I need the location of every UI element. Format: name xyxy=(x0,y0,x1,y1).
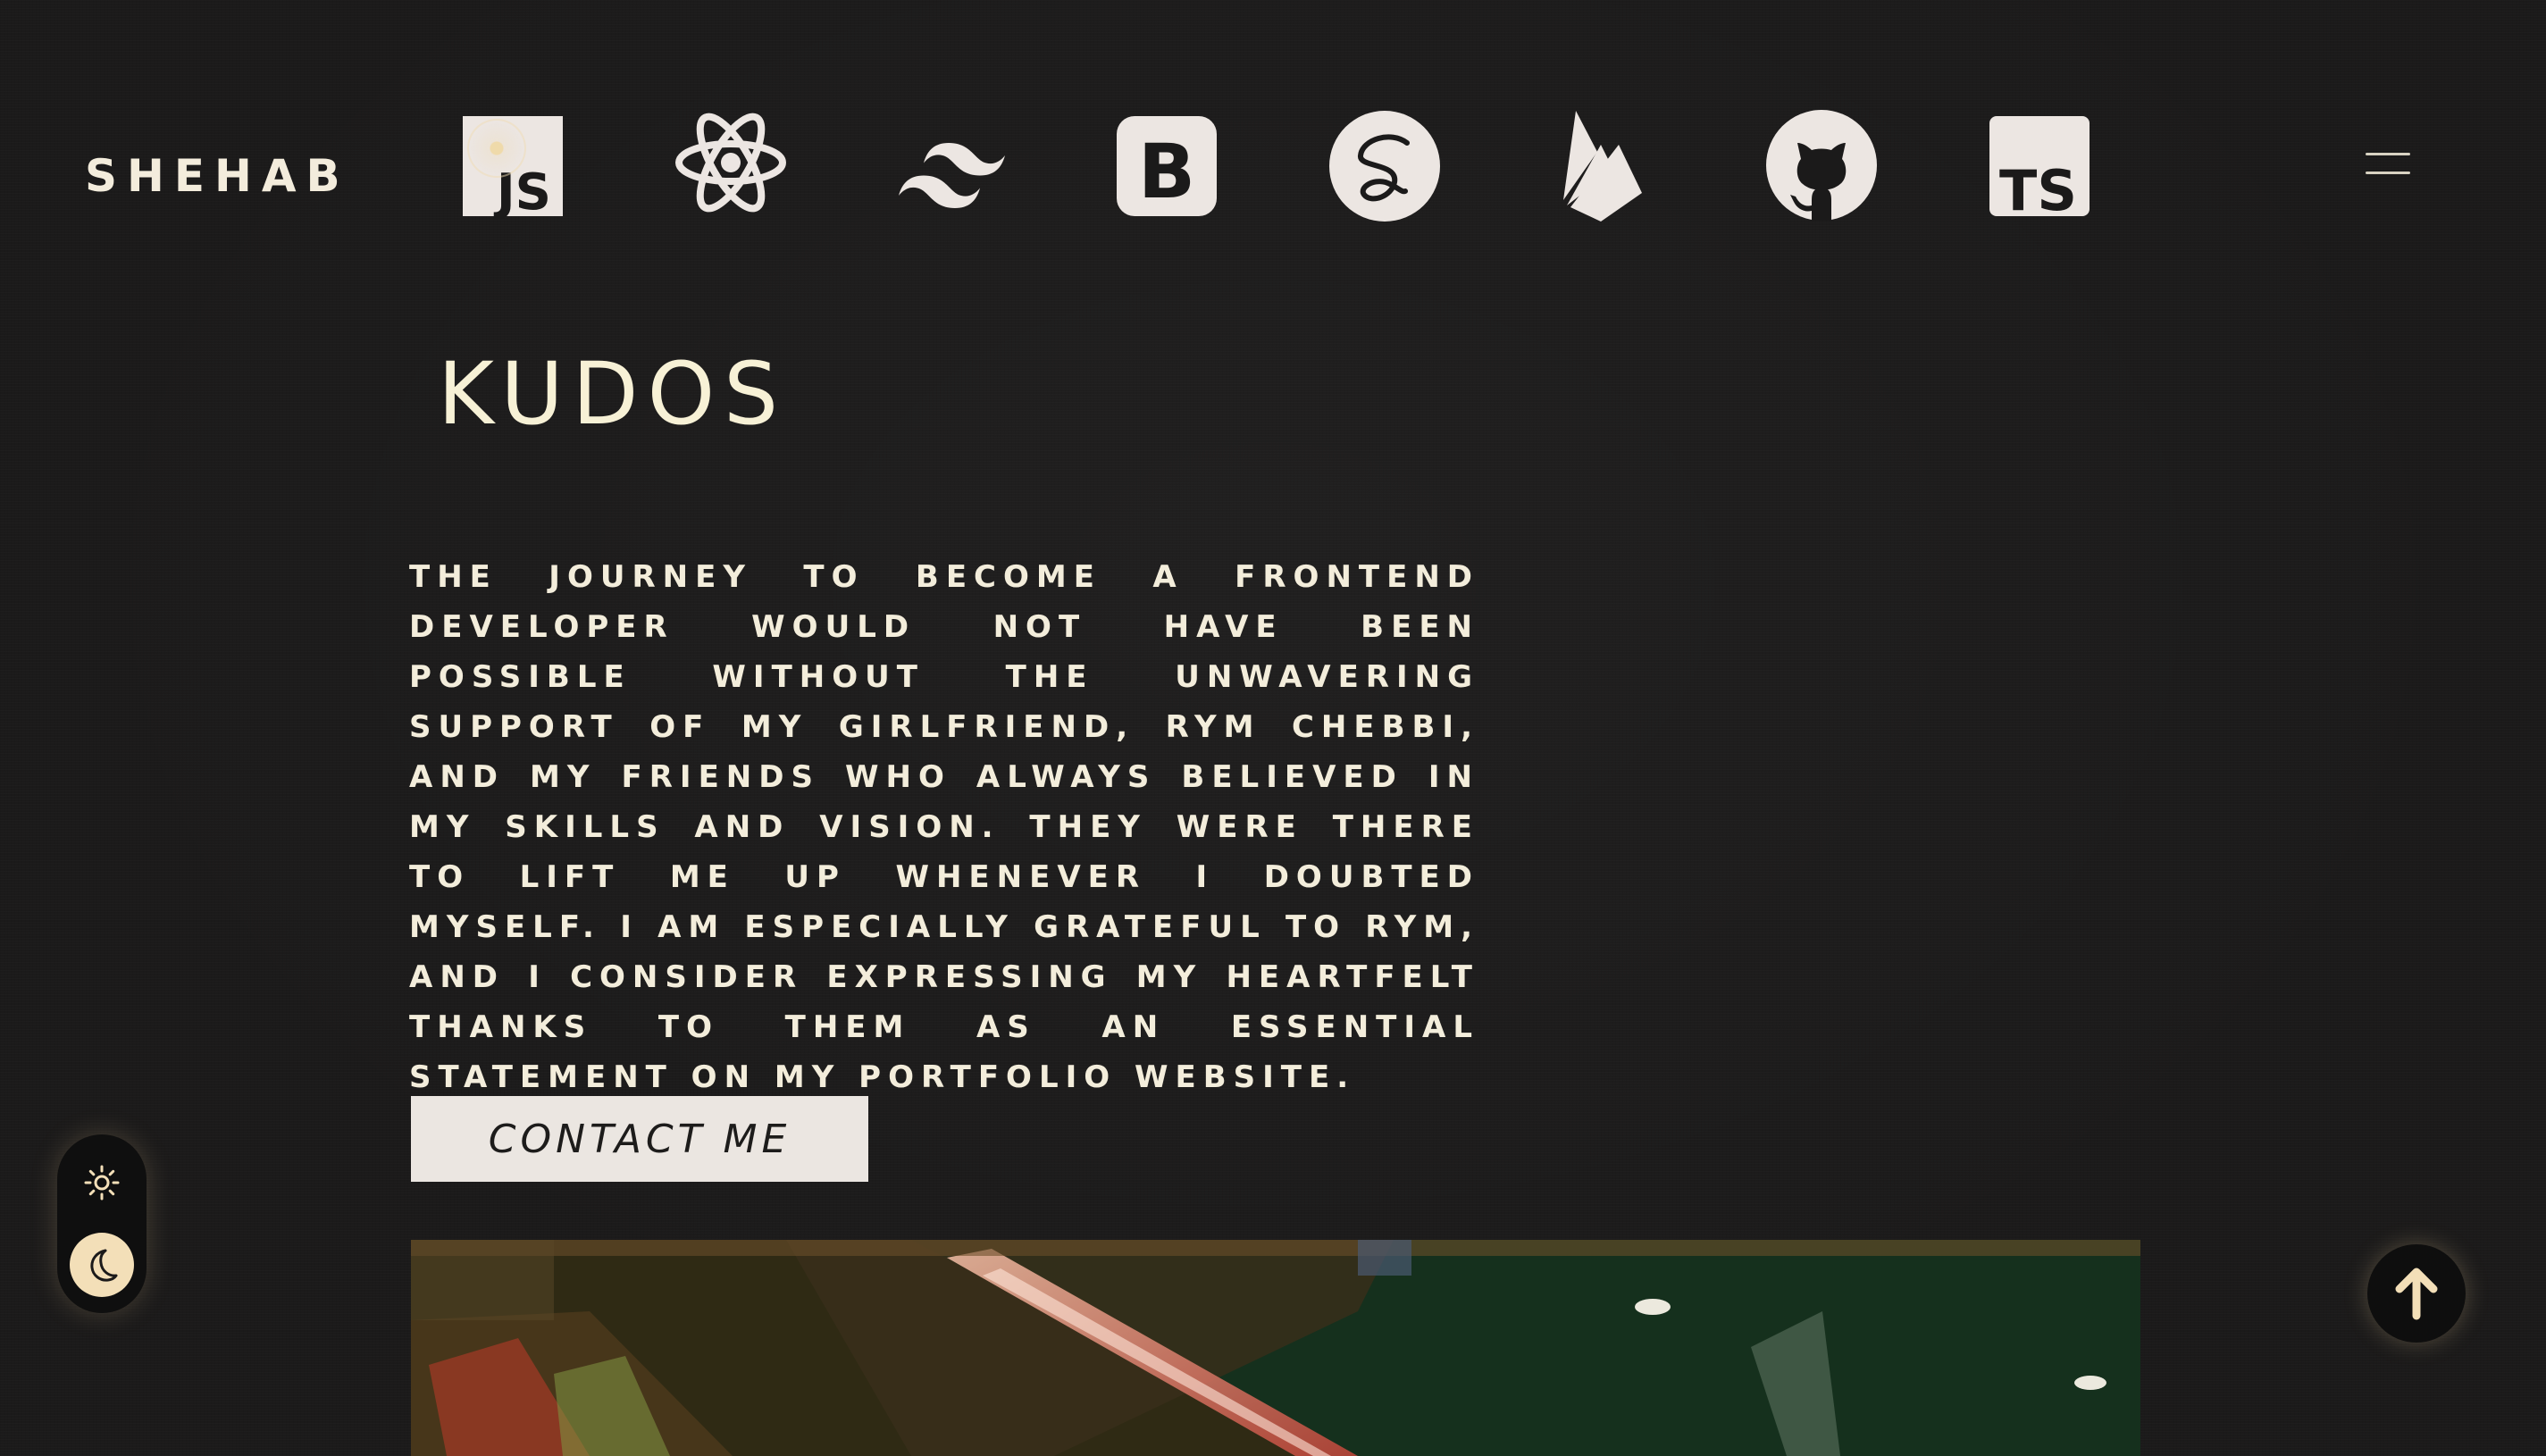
kudos-photo xyxy=(411,1240,2140,1456)
photo-image xyxy=(411,1240,2140,1456)
react-icon xyxy=(673,107,789,223)
moon-icon xyxy=(90,1249,118,1282)
kudos-paragraph: The journey to become a frontend develop… xyxy=(409,559,1479,1095)
github-icon xyxy=(1763,107,1880,223)
bootstrap-icon: B xyxy=(1114,107,1230,223)
cursor-indicator xyxy=(467,119,526,178)
tailwind-icon xyxy=(891,107,1007,223)
scroll-to-top-button[interactable] xyxy=(2367,1244,2466,1343)
firebase-icon xyxy=(1545,107,1662,223)
menu-button[interactable] xyxy=(2366,147,2415,180)
typescript-icon-label: TS xyxy=(1999,158,2077,223)
bootstrap-icon-label: B xyxy=(1138,128,1195,215)
theme-toggle xyxy=(57,1134,147,1313)
sass-icon xyxy=(1328,107,1445,223)
page-title: KUDOS xyxy=(438,344,788,444)
hamburger-icon-bar xyxy=(2366,172,2410,174)
sun-icon xyxy=(84,1165,120,1201)
dark-mode-button[interactable] xyxy=(70,1233,134,1297)
site-logo[interactable]: SHEHAB xyxy=(85,150,350,202)
contact-me-button[interactable]: CONTACT ME xyxy=(411,1096,868,1182)
hamburger-icon-bar xyxy=(2366,153,2410,155)
light-mode-button[interactable] xyxy=(80,1161,123,1204)
typescript-icon: TS xyxy=(1985,107,2101,223)
arrow-up-icon xyxy=(2395,1268,2438,1320)
